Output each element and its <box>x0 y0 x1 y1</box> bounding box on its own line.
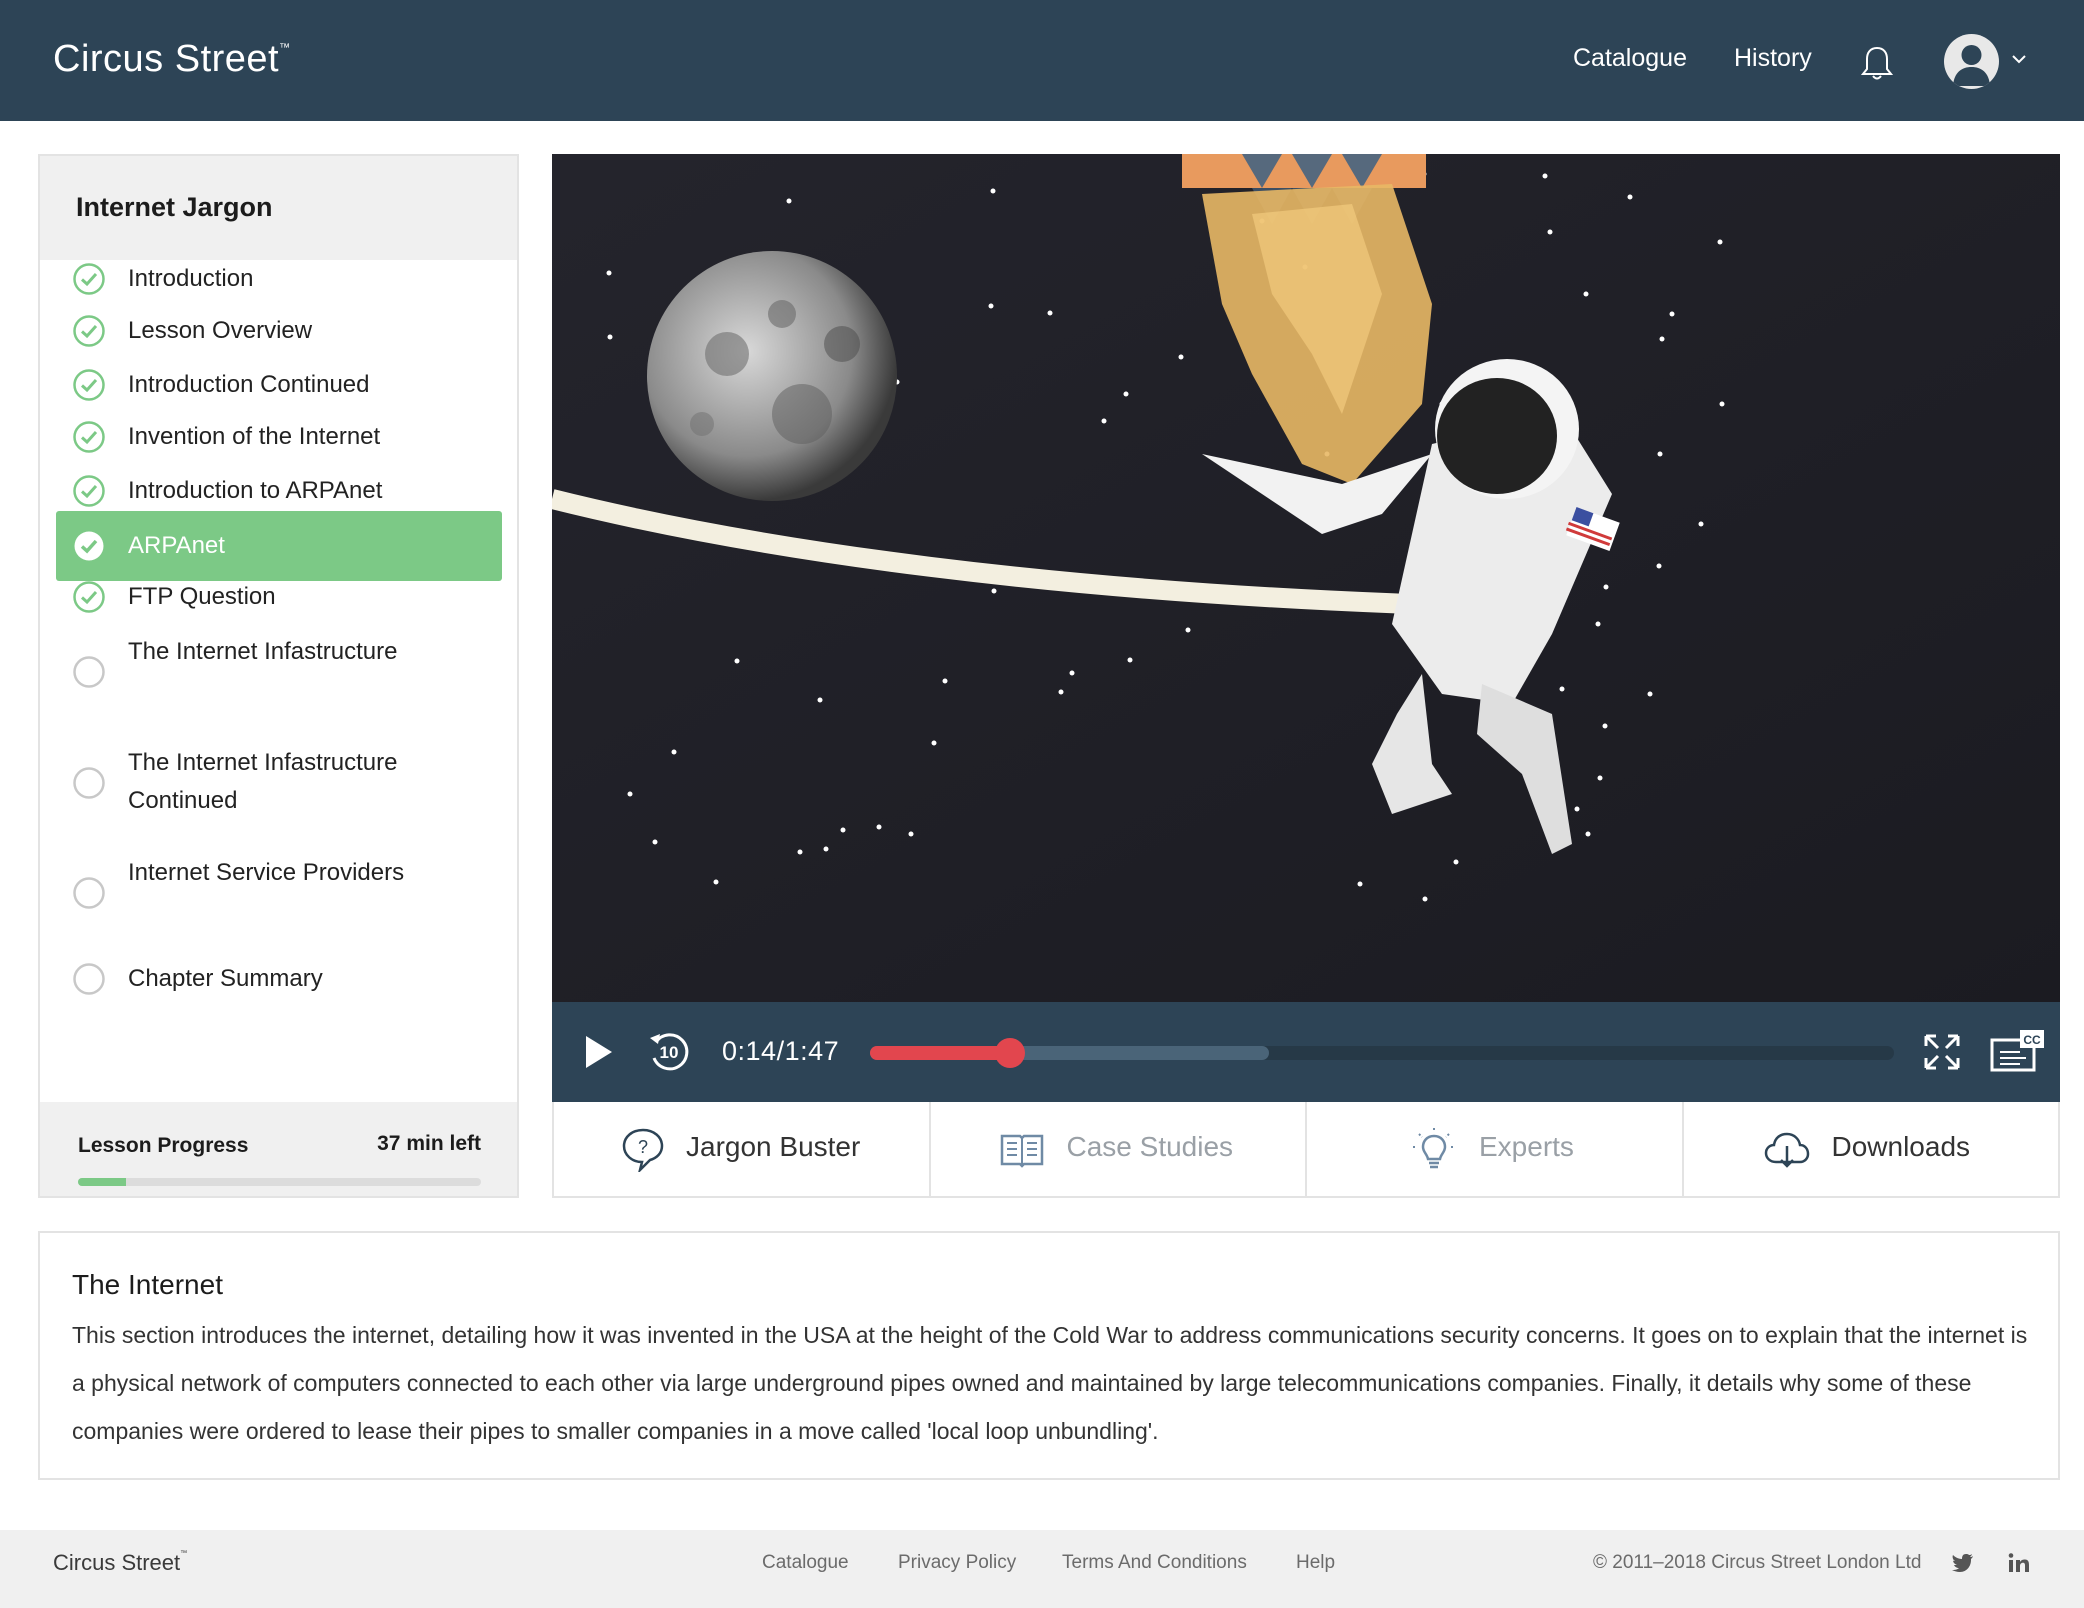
footer-link-privacy[interactable]: Privacy Policy <box>898 1552 1016 1574</box>
tab-case-studies[interactable]: Case Studies <box>931 1102 1307 1196</box>
lesson-label: FTP Question <box>128 583 276 610</box>
tab-label: Downloads <box>1831 1131 1971 1162</box>
lesson-list: Introduction Lesson Overview Introduction … <box>40 260 517 1196</box>
footer-logo-mark: ™ <box>180 1550 188 1557</box>
lesson-label: Introduction to ARPAnet <box>128 477 383 504</box>
nav-history[interactable]: History <box>1734 44 1812 73</box>
lesson-item[interactable]: Internet Service Providers <box>56 854 502 932</box>
lesson-label: The Internet Infastructure Continued <box>128 749 398 814</box>
empty-circle-icon <box>73 767 105 799</box>
bell-icon[interactable] <box>1860 44 1894 82</box>
lesson-item[interactable]: Introduction to ARPAnet <box>56 472 502 510</box>
lesson-label: ARPAnet <box>128 532 225 559</box>
progress-label: Lesson Progress <box>78 1134 249 1157</box>
check-circle-icon <box>73 315 105 347</box>
course-title: Internet Jargon <box>76 192 273 222</box>
brand-logo-mark: ™ <box>279 42 291 54</box>
duration: 1:47 <box>784 1036 840 1066</box>
lightbulb-icon <box>1413 1128 1455 1169</box>
lesson-item[interactable]: Invention of the Internet <box>56 418 502 456</box>
footer-link-help[interactable]: Help <box>1296 1552 1335 1574</box>
progress-bar <box>78 1178 481 1186</box>
footer-link-catalogue[interactable]: Catalogue <box>762 1552 849 1574</box>
lesson-progress-panel: Lesson Progress 37 min left <box>40 1102 517 1196</box>
brand-logo[interactable]: Circus Street™ <box>53 38 291 81</box>
tab-label: Case Studies <box>1066 1131 1234 1162</box>
twitter-icon[interactable] <box>1951 1552 1975 1574</box>
check-circle-icon <box>73 421 105 453</box>
check-circle-icon <box>73 581 105 613</box>
tab-downloads[interactable]: Downloads <box>1684 1102 2059 1196</box>
lesson-label: Chapter Summary <box>128 965 323 992</box>
book-icon <box>1000 1134 1043 1168</box>
lesson-label: Introduction Continued <box>128 371 370 398</box>
footer-logo[interactable]: Circus Street™ <box>53 1550 187 1576</box>
empty-circle-icon <box>73 656 105 688</box>
footer: Circus Street™ Catalogue Privacy Policy … <box>0 1530 2084 1608</box>
svg-text:?: ? <box>638 1137 648 1157</box>
linkedin-icon[interactable] <box>2007 1552 2031 1574</box>
resource-tabs: ? Jargon Buster Case Studies Experts Dow… <box>552 1102 2060 1198</box>
svg-text:10: 10 <box>660 1043 679 1062</box>
lesson-description: The Internet This section introduces the… <box>38 1231 2060 1480</box>
rewind-10-button[interactable]: 10 <box>646 1028 692 1074</box>
top-header: Circus Street™ Catalogue History <box>0 0 2084 121</box>
nav-catalogue[interactable]: Catalogue <box>1573 44 1687 73</box>
copyright: © 2011–2018 Circus Street London Ltd <box>1593 1552 1922 1573</box>
seek-played <box>870 1046 1011 1060</box>
check-circle-icon <box>73 263 105 295</box>
video-illustration <box>552 154 2060 1002</box>
time-remaining: 37 min left <box>377 1132 481 1155</box>
empty-circle-icon <box>73 877 105 909</box>
rewind-icon: 10 <box>650 1033 689 1071</box>
check-circle-icon <box>73 369 105 401</box>
sidebar-header: Internet Jargon <box>40 156 517 260</box>
progress-bar-fill <box>78 1178 127 1186</box>
time-separator: / <box>776 1036 785 1066</box>
description-body: This section introduces the internet, de… <box>72 1322 2028 1444</box>
lesson-item[interactable]: The Internet Infastructure <box>56 633 502 711</box>
lesson-item[interactable]: Lesson Overview <box>56 312 502 350</box>
check-circle-filled-icon <box>74 531 104 561</box>
fullscreen-icon[interactable] <box>1922 1032 1962 1072</box>
video-frame[interactable] <box>552 154 2060 1002</box>
tab-label: Experts <box>1479 1131 1574 1162</box>
lesson-item[interactable]: Introduction <box>56 260 502 298</box>
empty-circle-icon <box>73 963 105 995</box>
user-avatar-icon[interactable] <box>1944 34 1999 89</box>
description-title: The Internet <box>72 1269 223 1300</box>
svg-text:CC: CC <box>2023 1033 2041 1047</box>
cloud-download-icon <box>1764 1132 1809 1168</box>
check-circle-icon <box>73 475 105 507</box>
footer-logo-text: Circus Street <box>53 1550 181 1575</box>
tab-jargon-buster[interactable]: ? Jargon Buster <box>554 1102 931 1196</box>
play-icon[interactable] <box>582 1034 616 1070</box>
lesson-item[interactable]: Chapter Summary <box>56 960 502 998</box>
lesson-label: Lesson Overview <box>128 317 313 344</box>
seek-bar[interactable] <box>870 1038 1894 1068</box>
lesson-sidebar: Internet Jargon Introduction Lesson Overv… <box>38 154 519 1198</box>
brand-logo-text: Circus Street <box>53 38 280 80</box>
video-controls: 10 0:14/1:47 CC <box>552 1002 2060 1102</box>
chevron-down-icon[interactable] <box>2011 54 2027 64</box>
current-time: 0:14 <box>722 1036 777 1066</box>
lesson-label: Internet Service Providers <box>128 859 405 886</box>
lesson-item[interactable]: Introduction Continued <box>56 366 502 404</box>
seek-handle[interactable] <box>995 1038 1026 1068</box>
lesson-item[interactable]: ARPAnet <box>56 511 502 581</box>
tab-experts[interactable]: Experts <box>1307 1102 1684 1196</box>
lesson-label: Introduction <box>128 265 254 292</box>
question-bubble-icon: ? <box>622 1128 664 1172</box>
lesson-item[interactable]: The Internet Infastructure Continued <box>56 744 502 822</box>
lesson-item[interactable]: FTP Question <box>56 578 502 616</box>
tab-label: Jargon Buster <box>686 1131 861 1162</box>
footer-link-terms[interactable]: Terms And Conditions <box>1062 1552 1247 1574</box>
lesson-label: The Internet Infastructure <box>128 638 398 665</box>
lesson-label: Invention of the Internet <box>128 423 381 450</box>
captions-icon[interactable]: CC <box>1990 1030 2044 1074</box>
time-display: 0:14/1:47 <box>722 1036 839 1067</box>
